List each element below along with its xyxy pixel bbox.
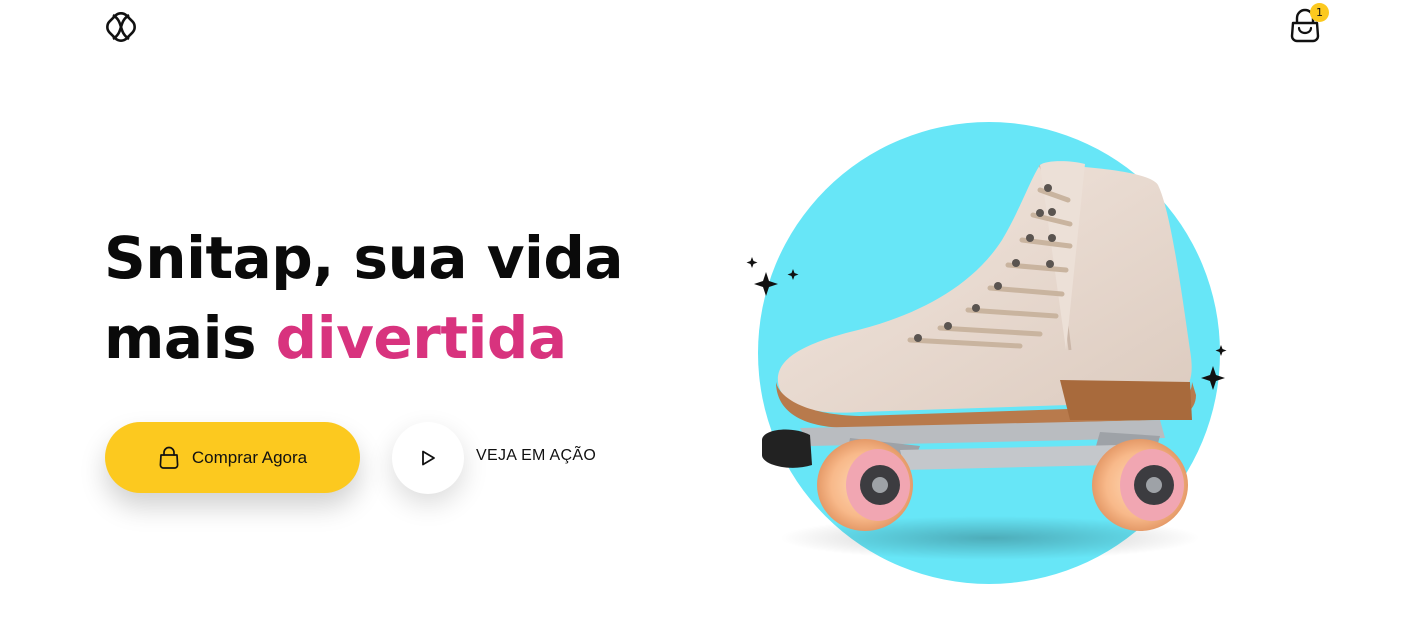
headline-plain: mais: [104, 304, 276, 372]
snitap-logo-icon[interactable]: [104, 10, 138, 44]
play-video-button[interactable]: [392, 422, 464, 494]
buy-now-label: Comprar Agora: [191, 447, 308, 467]
headline-line-1: Snitap, sua vida: [104, 224, 624, 292]
header: 1: [0, 0, 1419, 56]
cart-count-badge: 1: [1310, 3, 1329, 22]
play-icon: [422, 450, 435, 466]
shopping-bag-icon: [159, 446, 179, 469]
headline-accent: divertida: [275, 304, 567, 372]
hero-illustration: [746, 122, 1227, 584]
hero-headline: Snitap, sua vida mais divertida: [104, 218, 704, 378]
headline-line-2: mais divertida: [104, 298, 704, 378]
watch-in-action-link[interactable]: VEJA EM AÇÃO: [476, 447, 596, 465]
buy-now-button[interactable]: Comprar Agora: [105, 422, 360, 493]
